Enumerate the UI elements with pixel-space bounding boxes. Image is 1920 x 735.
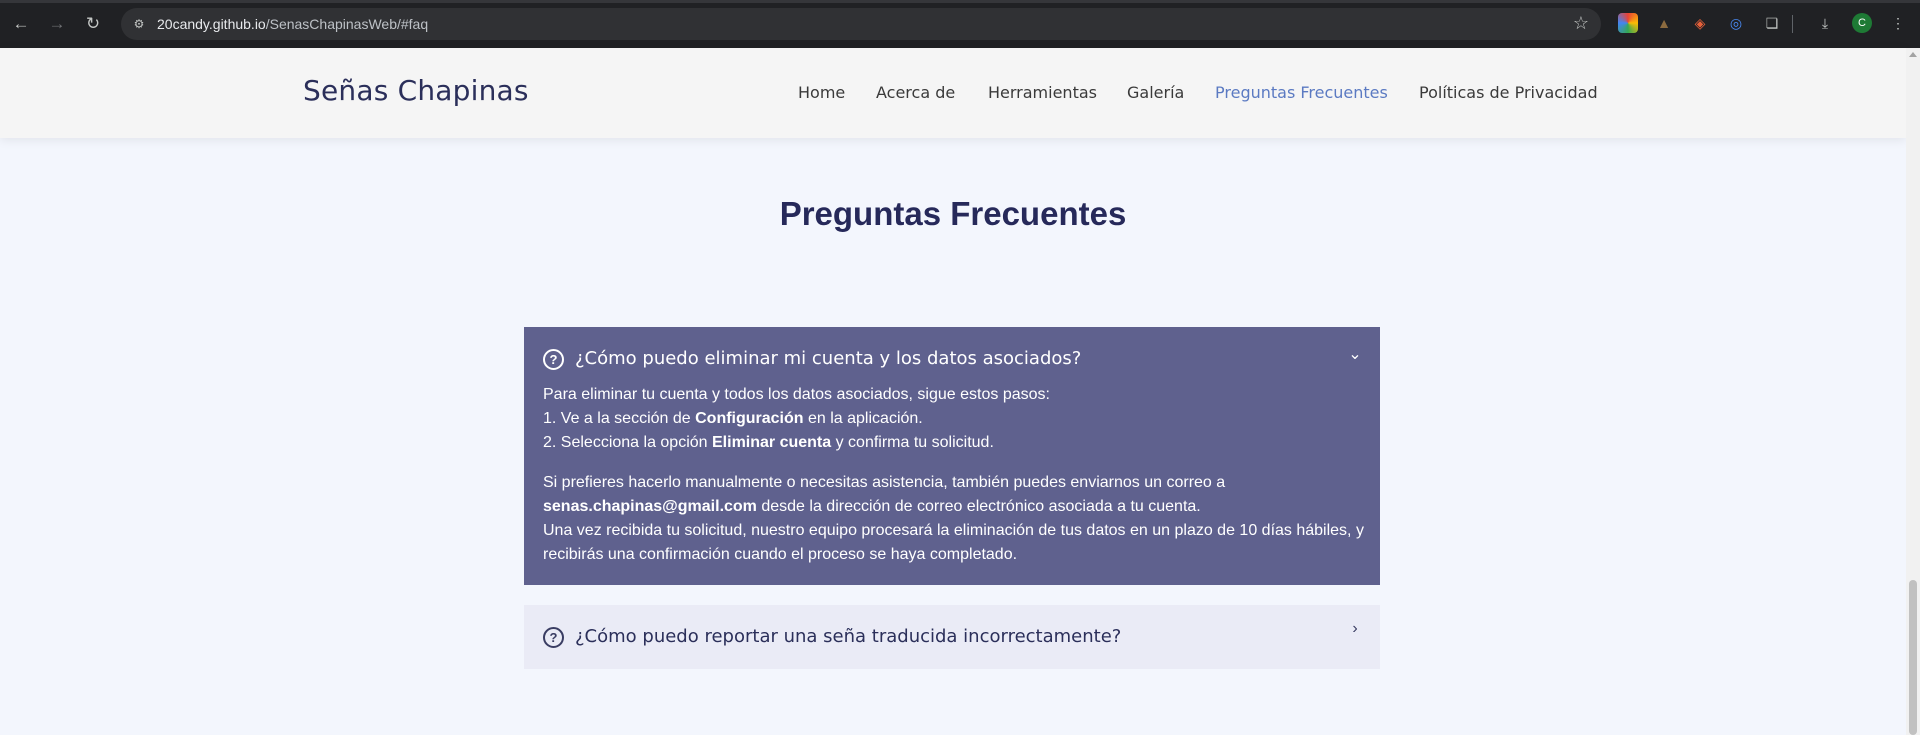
email-line-text: desde la dirección de correo electrónico… — [756, 498, 1201, 515]
step-2-bold: Eliminar cuenta — [712, 434, 832, 451]
faq-question[interactable]: ¿Cómo puedo eliminar mi cuenta y los dat… — [575, 348, 1081, 369]
address-bar[interactable]: ⚙ 20candy.github.io/SenasChapinasWeb/#fa… — [121, 8, 1601, 40]
contact-email: senas.chapinas@gmail.com — [543, 498, 757, 515]
page-scrollbar[interactable] — [1906, 48, 1920, 735]
nav-acerca-de[interactable]: Acerca de — [876, 83, 955, 102]
tab-strip-edge — [0, 0, 1920, 3]
profile-avatar[interactable]: C — [1852, 13, 1872, 33]
answer-intro: Para eliminar tu cuenta y todos los dato… — [543, 386, 1050, 403]
scrollbar-thumb[interactable] — [1909, 580, 1917, 735]
nav-preguntas-frecuentes[interactable]: Preguntas Frecuentes — [1215, 83, 1388, 102]
chevron-down-icon[interactable]: ⌄ — [1347, 347, 1363, 363]
nav-herramientas[interactable]: Herramientas — [988, 83, 1097, 102]
url-host: 20candy.github.io — [157, 16, 266, 32]
site-settings-icon[interactable]: ⚙ — [130, 15, 148, 33]
address-url[interactable]: 20candy.github.io/SenasChapinasWeb/#faq — [157, 16, 428, 32]
site-navbar: Señas Chapinas Home Acerca de Herramient… — [0, 48, 1906, 138]
nav-home[interactable]: Home — [798, 83, 845, 102]
question-circle-icon: ? — [543, 627, 564, 648]
faq-answer: Para eliminar tu cuenta y todos los dato… — [543, 383, 1373, 567]
faq-item-delete-account[interactable]: ? ¿Cómo puedo eliminar mi cuenta y los d… — [524, 327, 1380, 585]
step-2-text: 2. Selecciona la opción — [543, 434, 712, 451]
target-extension-icon[interactable]: ◎ — [1726, 13, 1746, 33]
scroll-up-arrow-icon[interactable] — [1909, 52, 1917, 57]
reload-icon[interactable]: ↻ — [81, 12, 105, 36]
question-circle-icon: ? — [543, 349, 564, 370]
url-path: /SenasChapinasWeb/#faq — [265, 16, 429, 32]
step-1-text: 1. Ve a la sección de — [543, 410, 696, 427]
bookmark-star-icon[interactable]: ☆ — [1573, 13, 1589, 34]
answer-step-1: 1. Ve a la sección de Configuración en l… — [543, 407, 1373, 431]
answer-step-2: 2. Selecciona la opción Eliminar cuenta … — [543, 431, 1373, 455]
chevron-right-icon[interactable]: › — [1347, 621, 1363, 637]
menu-kebab-icon[interactable]: ⋮ — [1888, 13, 1908, 33]
faq-item-report-sign[interactable]: ? ¿Cómo puedo reportar una seña traducid… — [524, 605, 1380, 669]
cap-extension-icon[interactable]: ◈ — [1690, 13, 1710, 33]
faq-question[interactable]: ¿Cómo puedo reportar una seña traducida … — [575, 626, 1121, 647]
site-brand[interactable]: Señas Chapinas — [303, 74, 529, 107]
extensions-puzzle-icon[interactable]: ❏ — [1762, 13, 1782, 33]
step-2-after: y confirma tu solicitud. — [831, 434, 994, 451]
back-arrow-icon[interactable]: ← — [9, 12, 33, 36]
color-extension-icon[interactable] — [1618, 13, 1638, 33]
answer-processing-1: Una vez recibida tu solicitud, nuestro e… — [543, 522, 1364, 539]
forward-arrow-icon[interactable]: → — [45, 12, 69, 36]
answer-manual: Si prefieres hacerlo manualmente o neces… — [543, 474, 1226, 491]
toolbar-divider — [1792, 15, 1793, 33]
animal-extension-icon[interactable]: ▲ — [1654, 13, 1674, 33]
answer-email-line: senas.chapinas@gmail.com desde la direcc… — [543, 495, 1373, 519]
answer-processing-2: recibirás una confirmación cuando el pro… — [543, 546, 1018, 563]
download-icon[interactable]: ⤓ — [1815, 13, 1835, 33]
step-1-bold: Configuración — [695, 410, 804, 427]
browser-toolbar: ← → ↻ ⚙ 20candy.github.io/SenasChapinasW… — [0, 0, 1920, 48]
step-1-after: en la aplicación. — [803, 410, 923, 427]
nav-galeria[interactable]: Galería — [1127, 83, 1184, 102]
page-title: Preguntas Frecuentes — [779, 195, 1127, 232]
nav-politicas-privacidad[interactable]: Políticas de Privacidad — [1419, 83, 1598, 102]
